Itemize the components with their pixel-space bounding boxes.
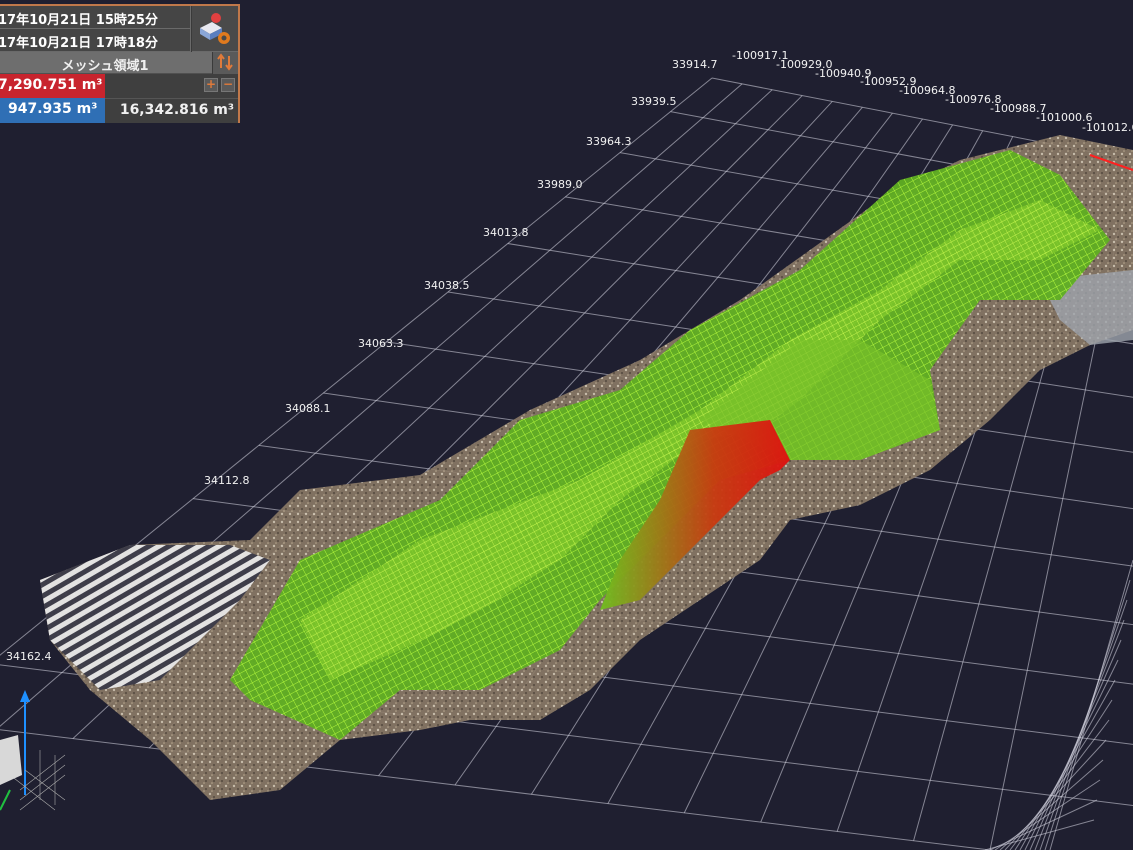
swap-arrows-icon <box>217 53 233 71</box>
start-date: 17年10月21日 15時25分 <box>0 13 158 28</box>
volume-info-panel: 17年10月21日 15時25分 17年10月21日 17時18分 メッシュ領域… <box>0 4 240 123</box>
x-axis-label: -101012.6 <box>1082 121 1133 134</box>
design-mesh <box>230 150 1110 740</box>
y-axis-line <box>0 789 11 811</box>
y-axis-label: 34162.4 <box>6 650 52 663</box>
y-axis-label: 33964.3 <box>586 135 632 148</box>
zoom-controls: + − <box>105 74 238 98</box>
cut-volume-row: 7,290.751 m³ <box>0 74 105 98</box>
swap-button[interactable] <box>212 52 238 74</box>
z-axis-arrow-icon <box>20 690 30 702</box>
start-date-row: 17年10月21日 15時25分 <box>0 6 191 29</box>
minus-button[interactable]: − <box>221 78 235 92</box>
total-volume: 16,342.816 m³ <box>119 102 234 118</box>
end-date: 17年10月21日 17時18分 <box>0 36 158 51</box>
y-axis-label: 33939.5 <box>631 95 677 108</box>
shapes-gear-icon <box>200 13 230 44</box>
y-axis-label: 34038.5 <box>424 279 470 292</box>
fill-volume: 947.935 m³ <box>8 101 98 117</box>
grid-edge-line <box>1024 659 1119 850</box>
nav-cube[interactable] <box>0 690 66 811</box>
grid-edge-line <box>1029 639 1122 850</box>
view-cube-icon[interactable] <box>0 735 22 785</box>
settings-button[interactable] <box>192 6 238 52</box>
y-axis-label: 34063.3 <box>358 337 404 350</box>
y-axis-label: 34112.8 <box>204 474 250 487</box>
y-axis-label: 33989.0 <box>537 178 583 191</box>
y-axis-label: 34088.1 <box>285 402 331 415</box>
end-date-row: 17年10月21日 17時18分 <box>0 29 191 52</box>
mesh-region-label: メッシュ領域1 <box>61 59 149 74</box>
cut-volume: 7,290.751 m³ <box>0 77 103 93</box>
y-axis-label: 34013.8 <box>483 226 529 239</box>
plus-button[interactable]: + <box>204 78 218 92</box>
mesh-region-row[interactable]: メッシュ領域1 <box>0 52 212 74</box>
fill-volume-row: 947.935 m³ <box>0 98 105 123</box>
grid-edge-line <box>984 819 1095 850</box>
grid-edge-line <box>1019 679 1116 850</box>
y-axis-label: 33914.7 <box>672 58 718 71</box>
3d-viewport[interactable]: 33914.7 33939.5 33964.3 33989.0 34013.8 34038… <box>0 0 1133 850</box>
point-cloud-scene[interactable]: 33914.7 33939.5 33964.3 33989.0 34013.8 34038… <box>0 0 1133 850</box>
total-volume-row: 16,342.816 m³ <box>105 98 238 123</box>
